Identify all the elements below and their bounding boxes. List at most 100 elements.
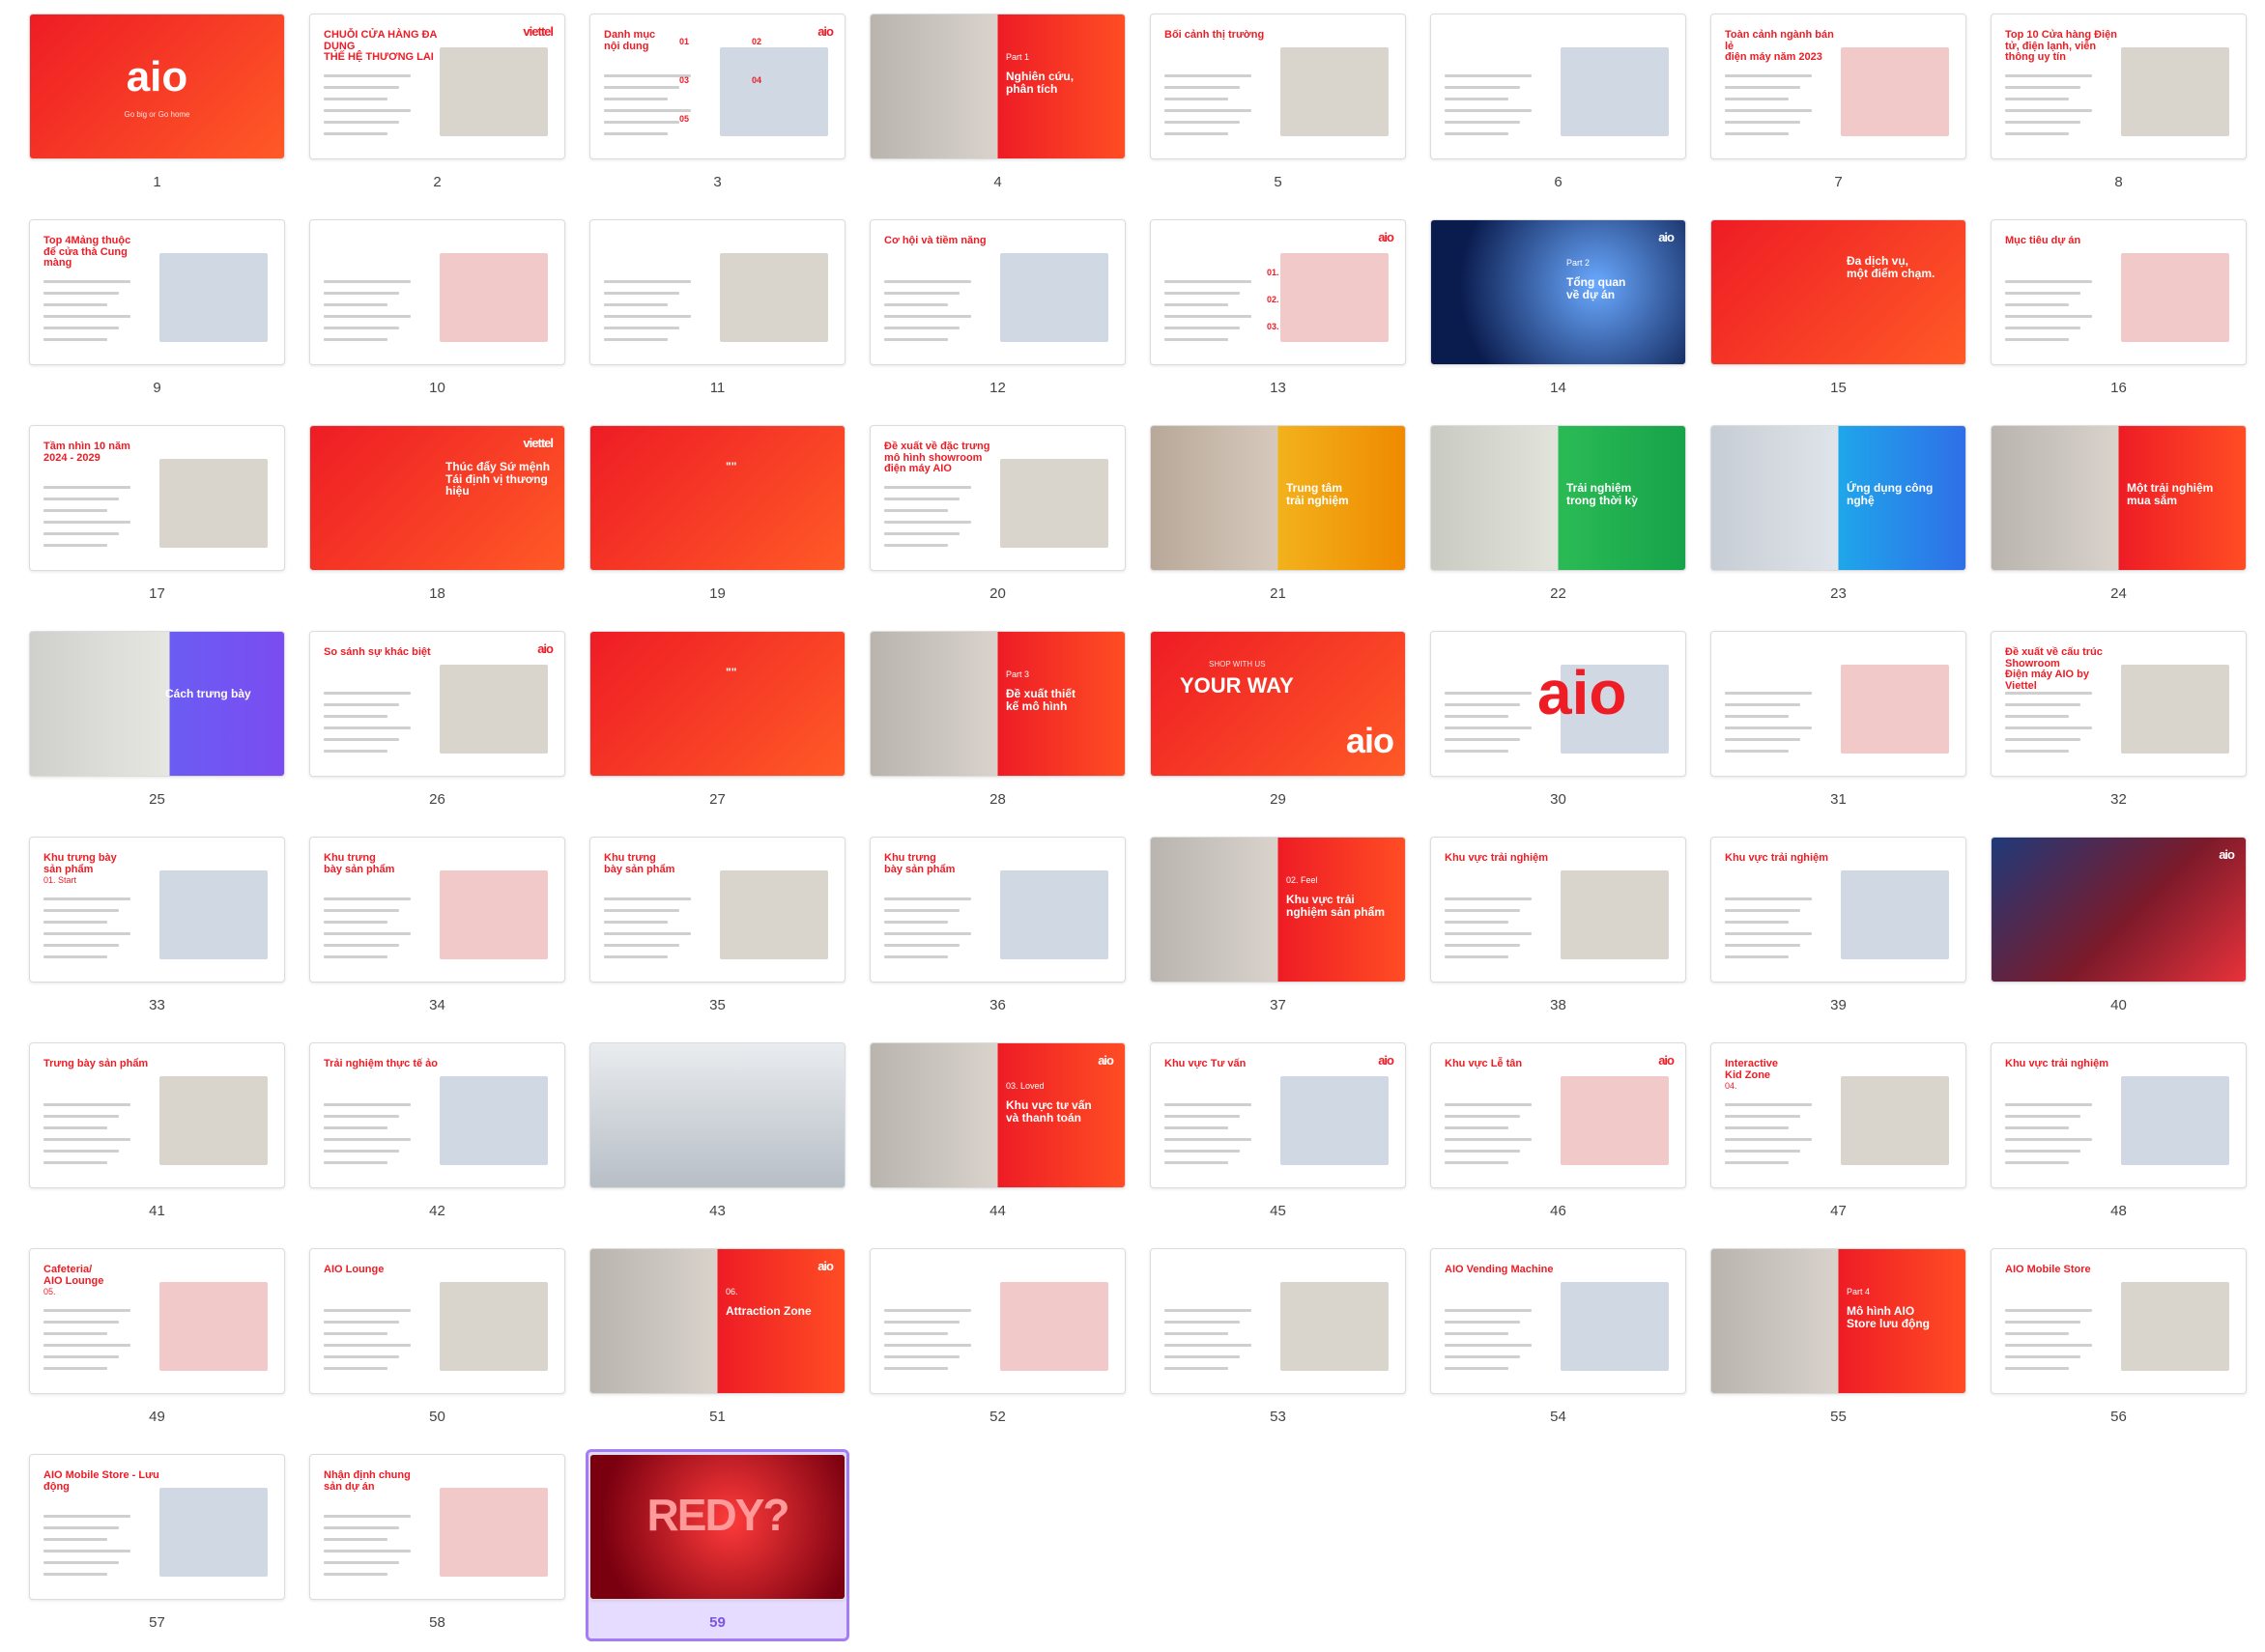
slide-preview[interactable]: aio Go big or Go home	[29, 14, 285, 159]
slide-preview[interactable]	[309, 219, 565, 365]
slide-preview[interactable]: AIO Mobile Store - Lưu động	[29, 1454, 285, 1600]
slide-thumbnail-23[interactable]: Ứng dụng công nghệ 23	[1710, 425, 1966, 623]
slide-thumbnail-29[interactable]: YOUR WAY SHOP WITH US aio 29	[1150, 631, 1406, 829]
slide-thumbnail-35[interactable]: Khu trưng bày sản phẩm 35	[589, 837, 846, 1035]
slide-thumbnail-51[interactable]: 06. Attraction Zone aio 51	[589, 1248, 846, 1446]
slide-preview[interactable]: Top 4Mảng thuộc để cửa thà Cung màng	[29, 219, 285, 365]
slide-thumbnail-26[interactable]: So sánh sự khác biệt aio 26	[309, 631, 565, 829]
slide-preview[interactable]: Tầm nhìn 10 năm 2024 - 2029	[29, 425, 285, 571]
slide-preview[interactable]: AIO Mobile Store	[1991, 1248, 2247, 1394]
slide-preview[interactable]: Nhận định chung sản dự án	[309, 1454, 565, 1600]
slide-preview[interactable]: 01. Start Khu trưng bày sản phẩm	[29, 837, 285, 983]
slide-thumbnail-32[interactable]: Đề xuất về cấu trúc Showroom Điện máy AI…	[1991, 631, 2247, 829]
slide-thumbnail-8[interactable]: Top 10 Cửa hàng Điện tử, điện lạnh, viễn…	[1991, 14, 2247, 212]
slide-preview[interactable]: REDY?	[589, 1454, 846, 1600]
slide-thumbnail-33[interactable]: 01. Start Khu trưng bày sản phẩm 33	[29, 837, 285, 1035]
slide-thumbnail-38[interactable]: Khu vực trải nghiệm 38	[1430, 837, 1686, 1035]
slide-thumbnail-57[interactable]: AIO Mobile Store - Lưu động 57	[29, 1454, 285, 1652]
slide-thumbnail-2[interactable]: CHUỖI CỬA HÀNG ĐA DỤNG THẾ HỆ THƯƠNG LAI…	[309, 14, 565, 212]
slide-preview[interactable]: Toàn cảnh ngành bán lẻ điện máy năm 2023	[1710, 14, 1966, 159]
slide-preview[interactable]: So sánh sự khác biệt aio	[309, 631, 565, 777]
slide-preview[interactable]	[589, 1042, 846, 1188]
slide-preview[interactable]: Đề xuất về đặc trưng mô hình showroom đi…	[870, 425, 1126, 571]
slide-preview[interactable]: Part 1 Nghiên cứu, phân tích	[870, 14, 1126, 159]
slide-preview[interactable]: Ứng dụng công nghệ	[1710, 425, 1966, 571]
slide-thumbnail-16[interactable]: Mục tiêu dự án 16	[1991, 219, 2247, 417]
slide-thumbnail-34[interactable]: Khu trưng bày sản phẩm 34	[309, 837, 565, 1035]
slide-thumbnail-3[interactable]: Danh mục nội dung aio 01 02 03 04 05 3	[589, 14, 846, 212]
slide-thumbnail-20[interactable]: Đề xuất về đặc trưng mô hình showroom đi…	[870, 425, 1126, 623]
slide-thumbnail-21[interactable]: Trung tâm trải nghiệm 21	[1150, 425, 1406, 623]
slide-thumbnail-13[interactable]: aio 01. 02. 03. 13	[1150, 219, 1406, 417]
slide-preview[interactable]: 05. Cafeteria/ AIO Lounge	[29, 1248, 285, 1394]
slide-thumbnail-25[interactable]: Cách trưng bày 25	[29, 631, 285, 829]
slide-preview[interactable]: aio	[1991, 837, 2247, 983]
slide-thumbnail-1[interactable]: aio Go big or Go home 1	[29, 14, 285, 212]
slide-thumbnail-28[interactable]: Part 3 Đề xuất thiết kế mô hình 28	[870, 631, 1126, 829]
slide-preview[interactable]	[1430, 14, 1686, 159]
slide-preview[interactable]	[1710, 631, 1966, 777]
slide-thumbnail-7[interactable]: Toàn cảnh ngành bán lẻ điện máy năm 2023…	[1710, 14, 1966, 212]
slide-preview[interactable]: Part 4 Mô hình AIO Store lưu động	[1710, 1248, 1966, 1394]
slide-thumbnail-58[interactable]: Nhận định chung sản dự án 58	[309, 1454, 565, 1652]
slide-thumbnail-42[interactable]: Trải nghiệm thực tế ảo 42	[309, 1042, 565, 1240]
slide-thumbnail-17[interactable]: Tầm nhìn 10 năm 2024 - 2029 17	[29, 425, 285, 623]
slide-preview[interactable]: Thúc đẩy Sứ mệnh Tái định vị thương hiệu…	[309, 425, 565, 571]
slide-preview[interactable]: Khu trưng bày sản phẩm	[309, 837, 565, 983]
slide-thumbnail-49[interactable]: 05. Cafeteria/ AIO Lounge 49	[29, 1248, 285, 1446]
slide-preview[interactable]: Bối cảnh thị trường	[1150, 14, 1406, 159]
slide-thumbnail-27[interactable]: "" 27	[589, 631, 846, 829]
slide-thumbnail-37[interactable]: 02. Feel Khu vực trải nghiệm sản phẩm 37	[1150, 837, 1406, 1035]
slide-preview[interactable]: ""	[589, 631, 846, 777]
slide-thumbnail-5[interactable]: Bối cảnh thị trường 5	[1150, 14, 1406, 212]
slide-thumbnail-45[interactable]: Khu vực Tư vấn aio 45	[1150, 1042, 1406, 1240]
slide-thumbnail-46[interactable]: Khu vực Lễ tân aio 46	[1430, 1042, 1686, 1240]
slide-preview[interactable]: Trưng bày sản phẩm	[29, 1042, 285, 1188]
slide-preview[interactable]	[589, 219, 846, 365]
slide-thumbnail-43[interactable]: 43	[589, 1042, 846, 1240]
slide-preview[interactable]: aio 01. 02. 03.	[1150, 219, 1406, 365]
slide-preview[interactable]: 06. Attraction Zone aio	[589, 1248, 846, 1394]
slide-thumbnail-47[interactable]: 04. Interactive Kid Zone 47	[1710, 1042, 1966, 1240]
slide-thumbnail-44[interactable]: 03. Loved Khu vực tư vấn và thanh toán aio…	[870, 1042, 1126, 1240]
slide-thumbnail-31[interactable]: 31	[1710, 631, 1966, 829]
slide-preview[interactable]: 03. Loved Khu vực tư vấn và thanh toán aio	[870, 1042, 1126, 1188]
slide-thumbnail-39[interactable]: Khu vực trải nghiệm 39	[1710, 837, 1966, 1035]
slide-preview[interactable]: CHUỖI CỬA HÀNG ĐA DỤNG THẾ HỆ THƯƠNG LAI…	[309, 14, 565, 159]
slide-preview[interactable]: Đề xuất về cấu trúc Showroom Điện máy AI…	[1991, 631, 2247, 777]
slide-preview[interactable]: Trung tâm trải nghiệm	[1150, 425, 1406, 571]
slide-thumbnail-14[interactable]: Part 2 Tổng quan về dự án aio 14	[1430, 219, 1686, 417]
slide-preview[interactable]: Khu vực trải nghiệm	[1430, 837, 1686, 983]
slide-preview[interactable]: Part 3 Đề xuất thiết kế mô hình	[870, 631, 1126, 777]
slide-preview[interactable]: 02. Feel Khu vực trải nghiệm sản phẩm	[1150, 837, 1406, 983]
slide-thumbnail-41[interactable]: Trưng bày sản phẩm 41	[29, 1042, 285, 1240]
slide-preview[interactable]: Khu trưng bày sản phẩm	[870, 837, 1126, 983]
slide-thumbnail-11[interactable]: 11	[589, 219, 846, 417]
slide-preview[interactable]: Khu trưng bày sản phẩm	[589, 837, 846, 983]
slide-preview[interactable]	[1150, 1248, 1406, 1394]
slide-preview[interactable]	[870, 1248, 1126, 1394]
slide-preview[interactable]: Mục tiêu dự án	[1991, 219, 2247, 365]
slide-thumbnail-18[interactable]: Thúc đẩy Sứ mệnh Tái định vị thương hiệu…	[309, 425, 565, 623]
slide-thumbnail-56[interactable]: AIO Mobile Store 56	[1991, 1248, 2247, 1446]
slide-thumbnail-48[interactable]: Khu vực trải nghiệm 48	[1991, 1042, 2247, 1240]
slide-preview[interactable]: Cách trưng bày	[29, 631, 285, 777]
slide-thumbnail-6[interactable]: 6	[1430, 14, 1686, 212]
slide-preview[interactable]: 04. Interactive Kid Zone	[1710, 1042, 1966, 1188]
slide-thumbnail-30[interactable]: aio 30	[1430, 631, 1686, 829]
slide-preview[interactable]: Khu vực trải nghiệm	[1710, 837, 1966, 983]
slide-thumbnail-24[interactable]: Một trải nghiệm mua sắm 24	[1991, 425, 2247, 623]
slide-preview[interactable]: Trải nghiệm trong thời kỳ	[1430, 425, 1686, 571]
slide-preview[interactable]: AIO Vending Machine	[1430, 1248, 1686, 1394]
slide-thumbnail-36[interactable]: Khu trưng bày sản phẩm 36	[870, 837, 1126, 1035]
slide-thumbnail-54[interactable]: AIO Vending Machine 54	[1430, 1248, 1686, 1446]
slide-preview[interactable]: Top 10 Cửa hàng Điện tử, điện lạnh, viễn…	[1991, 14, 2247, 159]
slide-thumbnail-9[interactable]: Top 4Mảng thuộc để cửa thà Cung màng 9	[29, 219, 285, 417]
slide-preview[interactable]: Một trải nghiệm mua sắm	[1991, 425, 2247, 571]
slide-thumbnail-55[interactable]: Part 4 Mô hình AIO Store lưu động 55	[1710, 1248, 1966, 1446]
slide-preview[interactable]: Khu vực Tư vấn aio	[1150, 1042, 1406, 1188]
slide-preview[interactable]: Part 2 Tổng quan về dự án aio	[1430, 219, 1686, 365]
slide-preview[interactable]: AIO Lounge	[309, 1248, 565, 1394]
slide-preview[interactable]: Trải nghiệm thực tế ảo	[309, 1042, 565, 1188]
slide-preview[interactable]: Cơ hội và tiềm năng	[870, 219, 1126, 365]
